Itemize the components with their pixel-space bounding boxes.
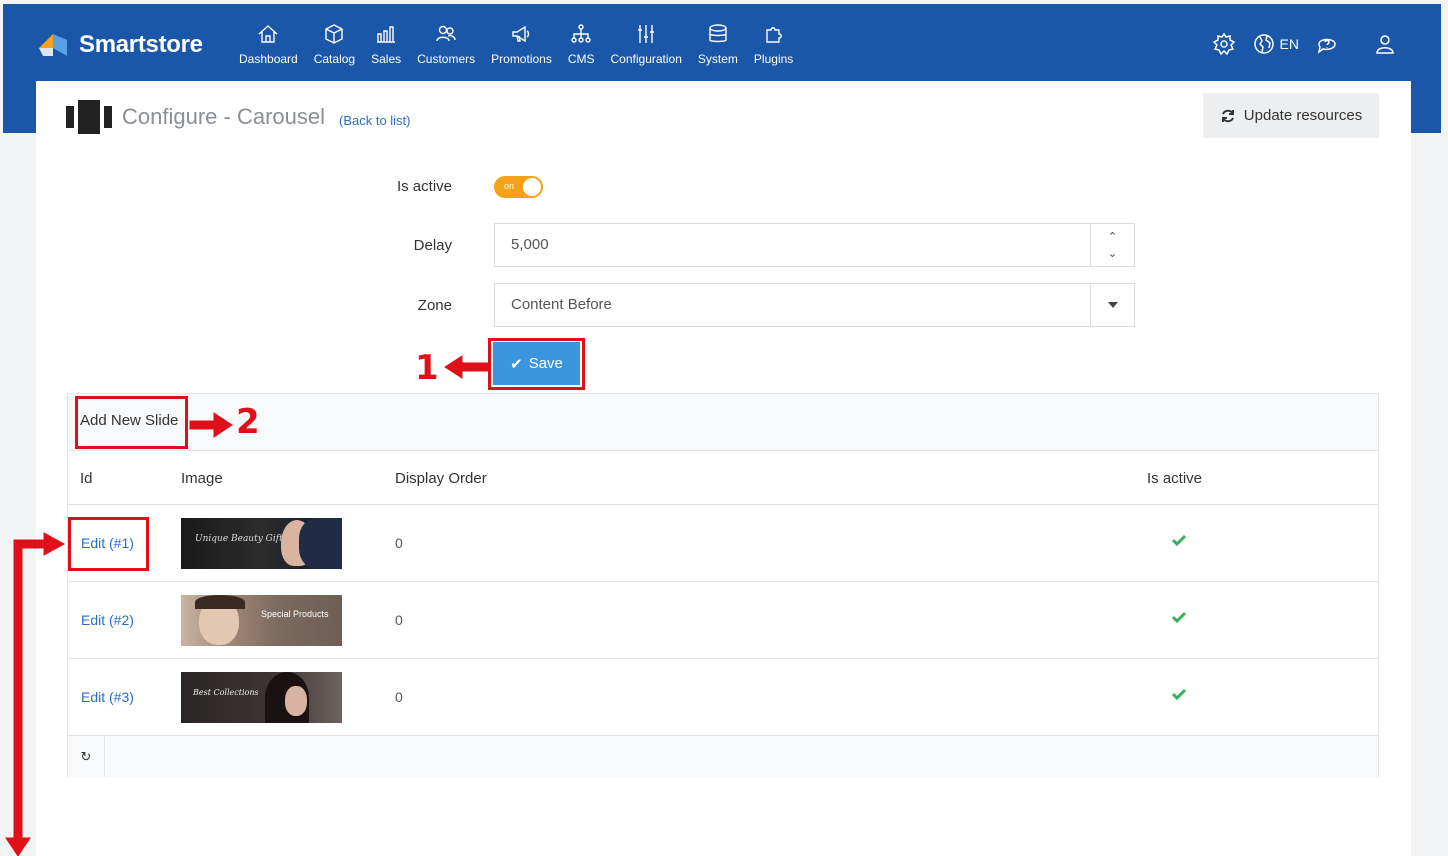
arrow-from-add-new-slide — [189, 412, 233, 438]
annotation-arrows — [5, 355, 489, 856]
arrow-to-save — [444, 355, 489, 379]
arrow-edit-1 — [5, 532, 66, 856]
